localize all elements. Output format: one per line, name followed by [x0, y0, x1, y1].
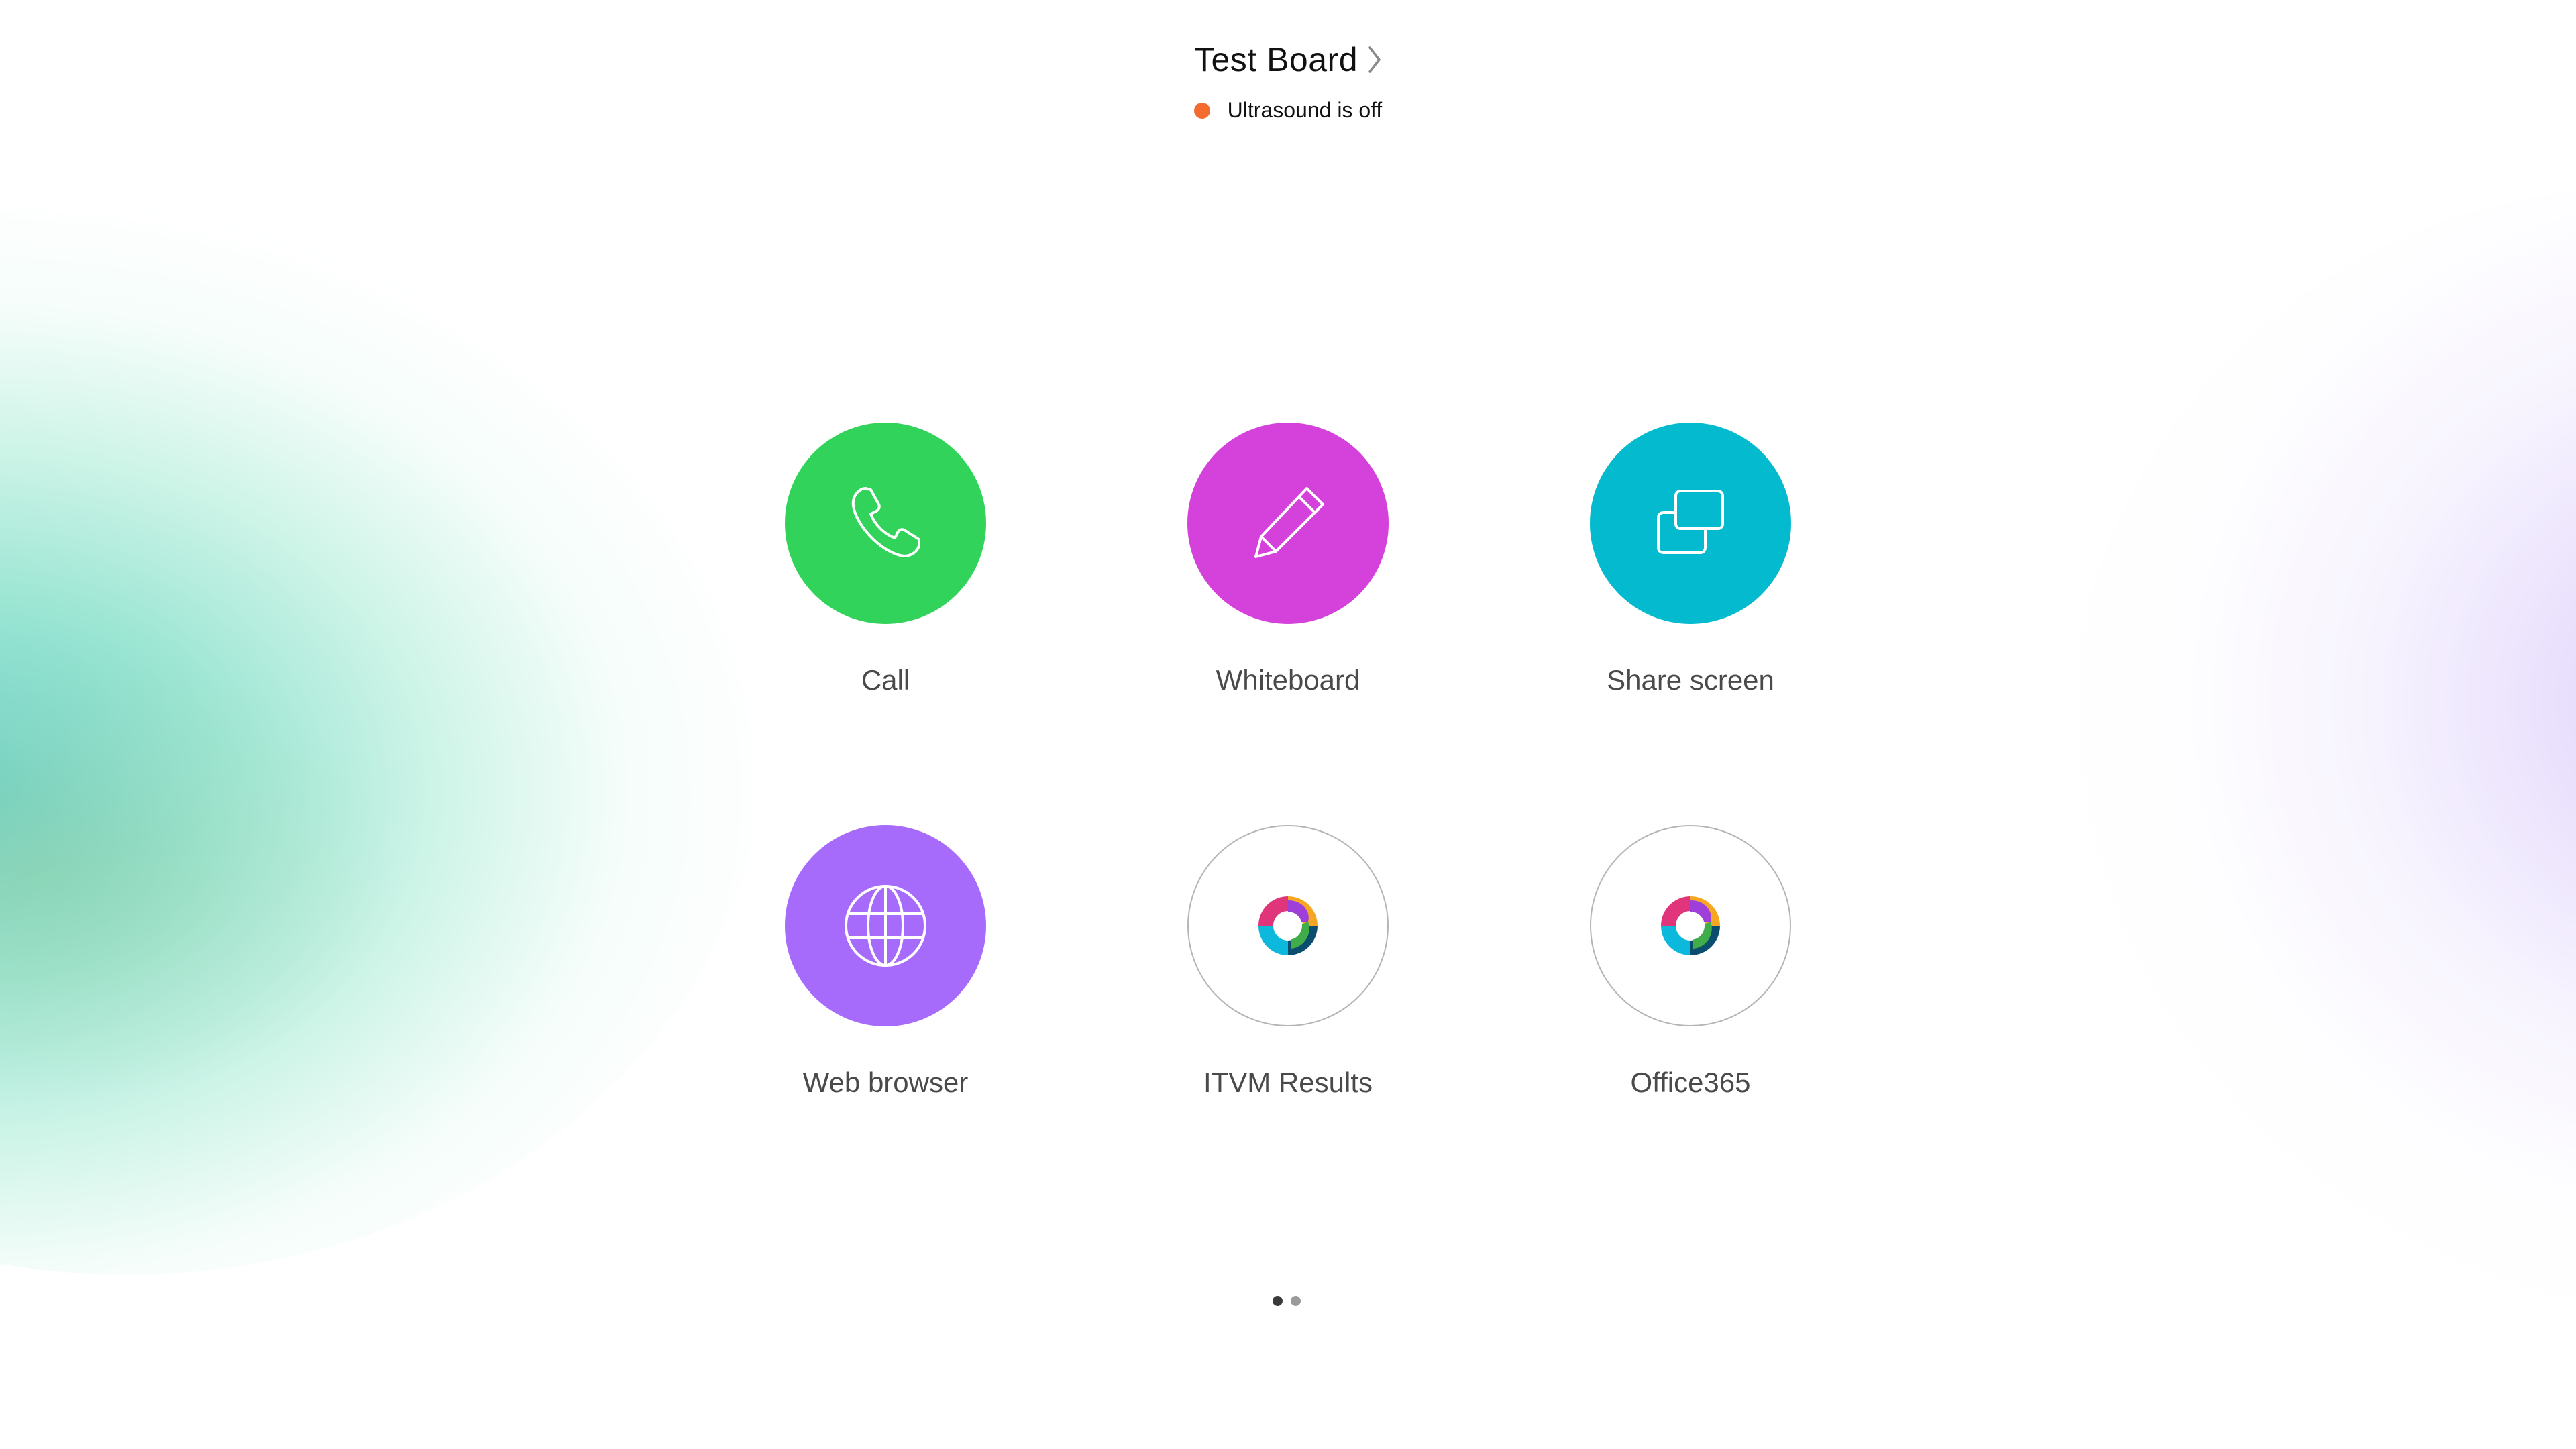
share-screen-icon — [1657, 490, 1724, 554]
whiteboard-label: Whiteboard — [1216, 664, 1360, 696]
whiteboard-button[interactable] — [1187, 423, 1389, 624]
itvm-results-button[interactable] — [1187, 825, 1389, 1026]
device-title: Test Board — [1193, 41, 1358, 78]
share-screen-button[interactable] — [1590, 423, 1791, 624]
page-indicator — [1273, 1296, 1301, 1306]
chevron-right-icon — [1367, 45, 1382, 74]
share-screen-tile[interactable]: Share screen — [1523, 423, 1858, 696]
status-text: Ultrasound is off — [1227, 98, 1383, 122]
share-screen-label: Share screen — [1607, 664, 1774, 696]
web-browser-button[interactable] — [785, 825, 986, 1026]
device-name-button[interactable]: Test Board — [1194, 40, 1382, 79]
call-tile[interactable]: Call — [718, 423, 1053, 696]
phone-icon — [851, 487, 920, 557]
status-dot — [1193, 102, 1210, 119]
webex-logo-icon — [1661, 896, 1720, 955]
page-dot-2[interactable] — [1291, 1296, 1301, 1306]
ultrasound-status: Ultrasound is off — [1193, 98, 1383, 123]
itvm-results-label: ITVM Results — [1203, 1067, 1373, 1098]
web-browser-label: Web browser — [802, 1067, 969, 1098]
office365-button[interactable] — [1590, 825, 1791, 1026]
office365-tile[interactable]: Office365 — [1523, 825, 1858, 1099]
itvm-results-tile[interactable]: ITVM Results — [1120, 825, 1456, 1099]
page-dot-1[interactable] — [1273, 1296, 1283, 1306]
background-glow-right — [2066, 188, 2576, 1328]
pencil-icon — [1254, 487, 1324, 558]
header: Test Board Ultrasound is off — [0, 40, 2576, 123]
home-screen: Test Board Ultrasound is off Call Whiteb… — [0, 0, 2576, 1449]
whiteboard-tile[interactable]: Whiteboard — [1120, 423, 1456, 696]
web-browser-tile[interactable]: Web browser — [718, 825, 1053, 1099]
office365-label: Office365 — [1630, 1067, 1751, 1098]
background-glow-left-secondary — [0, 637, 402, 1107]
call-button[interactable] — [785, 423, 986, 624]
globe-icon — [845, 885, 926, 967]
webex-logo-icon — [1258, 896, 1318, 955]
call-label: Call — [861, 664, 910, 696]
background-glow-left — [0, 201, 765, 1275]
